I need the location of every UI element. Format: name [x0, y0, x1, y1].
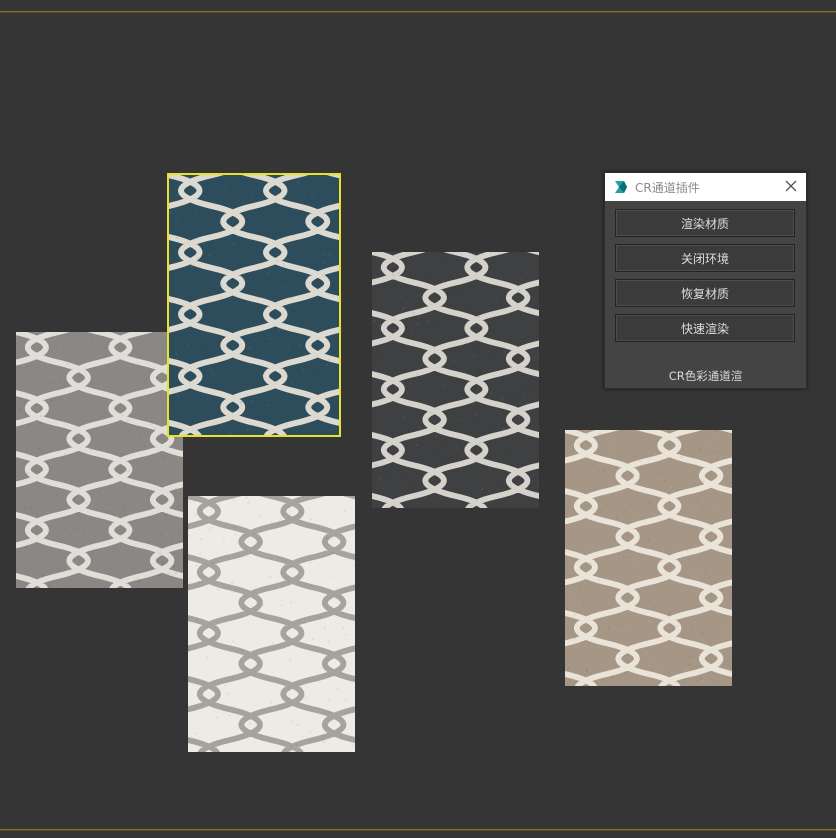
- charcoal-rug[interactable]: [372, 252, 539, 508]
- panel-title-bar[interactable]: CR通道插件: [605, 173, 806, 201]
- white-rug[interactable]: [188, 496, 355, 752]
- cr-channel-plugin-panel: CR通道插件 渲染材质 关闭环境 恢复材质 快速渲染 CR色彩通道渲: [604, 172, 807, 389]
- panel-title: CR通道插件: [635, 179, 700, 196]
- grey-rug[interactable]: [16, 332, 183, 588]
- viewport-bottom-border: [0, 829, 836, 831]
- render-material-button[interactable]: 渲染材质: [615, 209, 795, 237]
- quick-render-button[interactable]: 快速渲染: [615, 314, 795, 342]
- blue-rug[interactable]: [169, 175, 339, 435]
- app-logo-icon: [613, 179, 629, 195]
- plugin-footer-label: CR色彩通道渲: [605, 368, 806, 384]
- disable-environment-button[interactable]: 关闭环境: [615, 244, 795, 272]
- beige-rug[interactable]: [565, 430, 732, 686]
- restore-material-button[interactable]: 恢复材质: [615, 279, 795, 307]
- close-icon[interactable]: [784, 179, 798, 193]
- viewport-top-border: [0, 11, 836, 13]
